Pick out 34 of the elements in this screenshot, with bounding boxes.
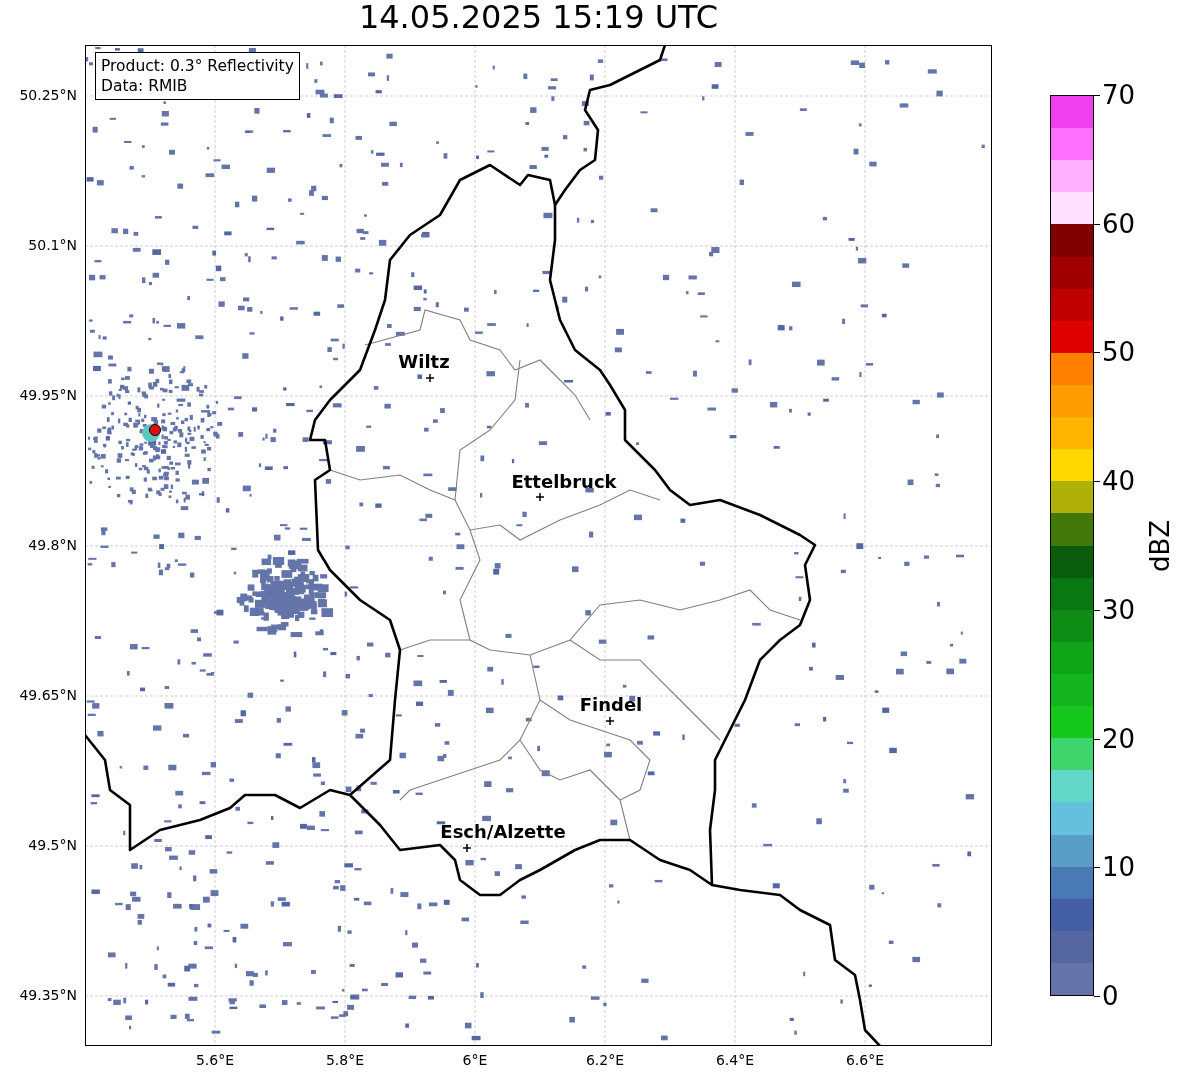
city-marker-icon <box>462 843 472 853</box>
longitude-label: 6.4°E <box>715 1052 755 1068</box>
latitude-label: 49.35°N <box>19 987 77 1003</box>
colorbar-tick-label: 10 <box>1102 851 1136 884</box>
longitude-label: 6.2°E <box>585 1052 625 1068</box>
radar-site-icon <box>142 424 161 442</box>
colorbar-tick-label: 50 <box>1102 336 1136 369</box>
longitude-label: 6.6°E <box>845 1052 885 1068</box>
latitude-label: 49.5°N <box>28 837 77 853</box>
chart-title: 14.05.2025 15:19 UTC <box>358 0 719 38</box>
latitude-label: 49.65°N <box>19 687 77 703</box>
colorbar-title: dBZ <box>1145 519 1176 572</box>
colorbar-tick-label: 70 <box>1102 79 1136 111</box>
colorbar-tick-label: 60 <box>1102 207 1136 240</box>
colorbar-tick-label: 40 <box>1102 465 1136 498</box>
latitude-label: 50.1°N <box>28 237 77 253</box>
city-label: Wiltz <box>398 351 450 372</box>
city-marker-icon <box>425 373 435 383</box>
longitude-label: 5.8°E <box>325 1052 365 1068</box>
city-marker-icon <box>605 716 615 726</box>
city-label: Findel <box>579 694 643 715</box>
longitude-label: 6°E <box>462 1052 488 1068</box>
latitude-label: 49.95°N <box>19 387 77 403</box>
city-label: Esch/Alzette <box>440 821 566 842</box>
colorbar-tick-label: 30 <box>1102 593 1136 626</box>
info-text: Product: 0.3° Reflectivity <box>101 56 294 76</box>
city-marker-icon <box>535 492 545 502</box>
colorbar-tick-label: 0 <box>1102 980 1119 1012</box>
latitude-label: 49.8°N <box>28 537 77 553</box>
info-text: Data: RMIB <box>101 76 189 96</box>
longitude-label: 5.6°E <box>195 1052 235 1068</box>
city-label: Ettelbruck <box>511 471 617 492</box>
latitude-label: 50.25°N <box>19 87 77 103</box>
colorbar-tick-label: 20 <box>1102 722 1136 755</box>
